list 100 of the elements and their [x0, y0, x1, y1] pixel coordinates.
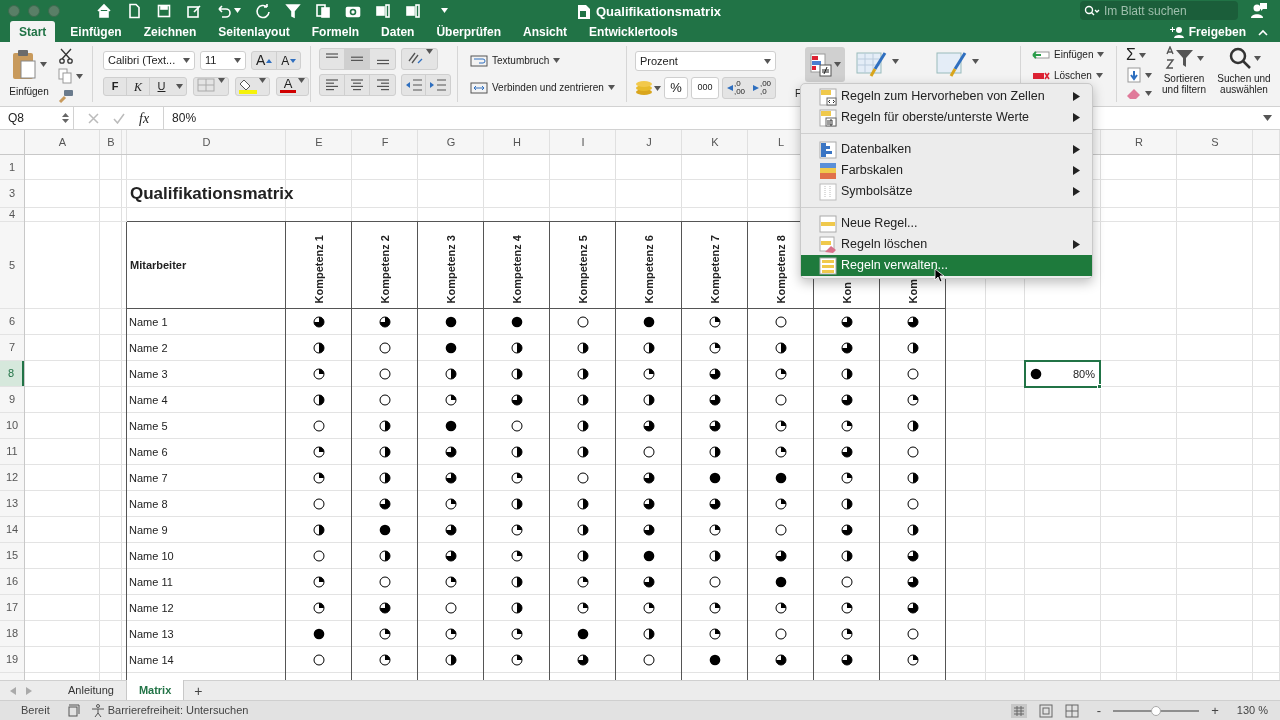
bold-button[interactable]: F — [104, 78, 127, 95]
column-header[interactable]: S — [1177, 130, 1253, 155]
row-header[interactable]: 12 — [0, 465, 24, 490]
row-header[interactable]: 19 — [0, 647, 24, 672]
share-button[interactable]: Freigeben — [1168, 23, 1246, 41]
align-center-icon[interactable] — [349, 78, 365, 92]
find-select-button[interactable]: Suchen und auswählen — [1216, 46, 1272, 106]
row-header[interactable]: 17 — [0, 595, 24, 620]
macro-record-icon[interactable] — [66, 703, 81, 718]
row-header[interactable]: 11 — [0, 439, 24, 464]
selected-cell[interactable]: 80% — [1024, 360, 1101, 388]
ribbon-tab[interactable]: Ansicht — [516, 21, 575, 42]
scissors-icon[interactable] — [58, 48, 74, 64]
redo-icon[interactable] — [255, 2, 271, 19]
delete-cells-button[interactable]: Löschen — [1032, 68, 1116, 83]
ribbon-tab[interactable]: Entwicklertools — [582, 21, 685, 42]
zoom-in-button[interactable]: + — [1211, 700, 1219, 720]
row-header[interactable]: 15 — [0, 543, 24, 568]
format-painter-icon[interactable] — [58, 88, 74, 104]
ribbon-tab[interactable]: Formeln — [304, 21, 367, 42]
wrap-text-button[interactable]: Textumbruch — [470, 53, 626, 68]
eraser-icon[interactable] — [1126, 86, 1142, 100]
underline-button[interactable]: U — [150, 78, 173, 95]
column-header[interactable]: J — [616, 130, 682, 155]
fill-down-icon[interactable] — [1126, 67, 1142, 83]
spreadsheet-icon[interactable] — [405, 2, 421, 19]
ribbon-tab[interactable]: Zeichnen — [136, 21, 204, 42]
row-header[interactable]: 3 — [0, 180, 24, 207]
slider-thumb[interactable] — [1151, 705, 1162, 716]
ribbon-tab[interactable]: Start — [10, 21, 56, 42]
cell-styles-icon[interactable] — [935, 49, 969, 79]
clipboard-icon[interactable] — [11, 48, 37, 80]
zoom-slider[interactable] — [1113, 705, 1200, 716]
row-header[interactable]: 6 — [0, 309, 24, 334]
column-header[interactable]: D — [127, 130, 286, 155]
menu-item[interactable]: Symbolsätze — [801, 181, 1092, 202]
insert-cells-button[interactable]: Einfügen — [1032, 47, 1116, 62]
decrease-decimal-button[interactable]: ,00 ,0 — [749, 78, 775, 98]
shrink-font-button[interactable]: A — [277, 52, 301, 69]
page-layout-icon[interactable] — [1038, 703, 1053, 718]
percent-button[interactable]: % — [664, 77, 688, 99]
row-header[interactable]: 10 — [0, 413, 24, 438]
align-right-icon[interactable] — [374, 78, 391, 92]
row-header[interactable]: 9 — [0, 387, 24, 412]
merge-center-button[interactable]: Verbinden und zentrieren — [470, 80, 626, 95]
home-icon[interactable] — [96, 2, 112, 19]
row-header[interactable]: 13 — [0, 491, 24, 516]
edit-icon[interactable] — [186, 2, 202, 19]
row-header[interactable]: 8 — [0, 361, 24, 386]
font-size-dropdown[interactable]: 11 — [200, 51, 246, 70]
sort-filter-button[interactable]: Sortieren und filtern — [1158, 46, 1210, 106]
ribbon-tab[interactable]: Seitenlayout — [211, 21, 297, 42]
normal-view-icon[interactable] — [1010, 703, 1027, 718]
column-header[interactable]: B — [100, 130, 122, 155]
menu-item[interactable]: Datenbalken — [801, 139, 1092, 160]
number-format-dropdown[interactable]: Prozent — [635, 51, 776, 71]
check-icon[interactable] — [113, 112, 125, 124]
column-header[interactable]: F — [352, 130, 418, 155]
align-left-icon[interactable] — [324, 78, 340, 92]
thousands-button[interactable]: 000 — [691, 77, 719, 99]
row-header[interactable]: 4 — [0, 208, 24, 221]
expand-icon[interactable] — [1263, 115, 1272, 121]
decrease-indent-icon[interactable] — [404, 78, 423, 92]
column-header[interactable]: K — [682, 130, 748, 155]
menu-item[interactable]: Farbskalen — [801, 160, 1092, 181]
row-header[interactable]: 7 — [0, 335, 24, 360]
row-header[interactable]: 16 — [0, 569, 24, 594]
menu-item[interactable]: Regeln zum Hervorheben von Zellen — [801, 86, 1092, 107]
menu-item[interactable]: Neue Regel... — [801, 213, 1092, 234]
add-sheet-button[interactable]: + — [184, 681, 213, 700]
font-name-dropdown[interactable]: Calibri (Text... — [103, 51, 195, 70]
undo-icon[interactable] — [216, 2, 232, 19]
collapse-ribbon-icon[interactable] — [1258, 28, 1268, 36]
row-header[interactable]: 5 — [0, 222, 24, 308]
sheet-tab[interactable]: Matrix — [126, 680, 185, 700]
grow-font-button[interactable]: A — [252, 52, 278, 69]
ribbon-tab[interactable]: Überprüfen — [429, 21, 509, 42]
person-comment-icon[interactable] — [1250, 2, 1268, 19]
menu-item[interactable]: Regeln verwalten... — [801, 255, 1092, 276]
ribbon-tab[interactable]: Daten — [374, 21, 422, 42]
save-icon[interactable] — [156, 2, 172, 19]
ribbon-tab[interactable]: Einfügen — [63, 21, 129, 42]
increase-decimal-button[interactable]: ,0 ,00 — [723, 78, 749, 98]
column-header[interactable]: G — [418, 130, 484, 155]
column-header[interactable]: E — [286, 130, 352, 155]
search-bar[interactable]: Im Blatt suchen — [1080, 1, 1238, 20]
column-header[interactable]: H — [484, 130, 550, 155]
documents-icon[interactable] — [315, 2, 331, 19]
search-input[interactable]: Im Blatt suchen — [1104, 2, 1230, 19]
name-box[interactable]: Q8 — [0, 107, 74, 129]
autosum-button[interactable]: Σ — [1126, 46, 1136, 64]
row-header[interactable]: 1 — [0, 155, 24, 179]
column-header[interactable]: A — [25, 130, 100, 155]
column-header[interactable]: R — [1101, 130, 1177, 155]
new-document-icon[interactable] — [126, 2, 142, 19]
spreadsheet-icon[interactable] — [375, 2, 391, 19]
page-break-icon[interactable] — [1064, 703, 1079, 718]
italic-button[interactable]: K — [127, 78, 150, 95]
conditional-formatting-button[interactable] — [805, 47, 845, 82]
row-header[interactable]: 18 — [0, 621, 24, 646]
